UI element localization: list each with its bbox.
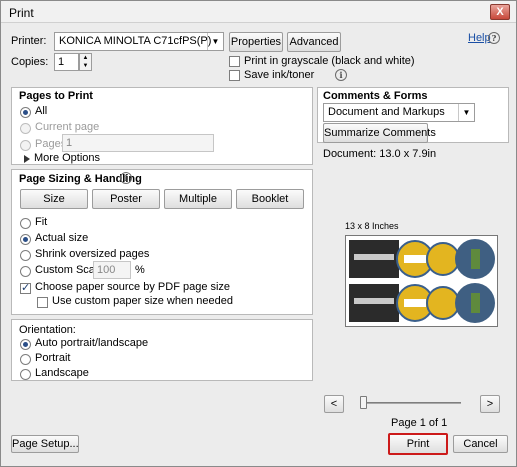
grayscale-label: Print in grayscale (black and white) <box>244 55 415 67</box>
preview-artwork <box>346 236 497 326</box>
page-setup-button[interactable]: Page Setup... <box>11 435 79 453</box>
radio-custom-scale[interactable] <box>20 266 31 277</box>
copies-label: Copies: <box>11 56 49 68</box>
radio-auto-orientation[interactable] <box>20 339 31 350</box>
radio-current-page[interactable] <box>20 123 31 134</box>
title-bar: Print X <box>1 1 516 23</box>
properties-button[interactable]: Properties <box>229 32 283 52</box>
poster-button[interactable]: Poster <box>92 189 160 209</box>
radio-all[interactable] <box>20 107 31 118</box>
copies-stepper[interactable]: ▲ ▼ <box>79 53 92 71</box>
pages-range-input[interactable]: 1 <box>62 134 214 152</box>
radio-current-page-label: Current page <box>35 121 100 133</box>
choose-paper-source-label: Choose paper source by PDF page size <box>35 281 231 293</box>
percent-label: % <box>135 264 145 276</box>
grayscale-checkbox[interactable] <box>229 56 240 67</box>
page-size-label: 13 x 8 Inches <box>345 221 399 231</box>
expand-triangle-icon[interactable] <box>24 155 30 163</box>
info-icon[interactable]: i <box>335 69 347 81</box>
comments-forms-select[interactable]: Document and Markups ▼ <box>323 103 475 122</box>
radio-landscape-label: Landscape <box>35 367 89 379</box>
custom-paper-size-label: Use custom paper size when needed <box>52 295 233 307</box>
more-options-toggle[interactable]: More Options <box>34 152 100 164</box>
radio-fit[interactable] <box>20 218 31 229</box>
radio-actual-size[interactable] <box>20 234 31 245</box>
cancel-button[interactable]: Cancel <box>453 435 508 453</box>
chevron-down-icon: ▼ <box>207 33 223 50</box>
pages-to-print-panel: Pages to Print All Current page Pages 1 … <box>11 87 313 165</box>
window-title: Print <box>9 6 34 20</box>
printer-label: Printer: <box>11 35 47 47</box>
orientation-title: Orientation: <box>19 324 76 336</box>
comments-forms-title: Comments & Forms <box>323 90 428 102</box>
help-icon[interactable]: ? <box>488 32 500 44</box>
custom-scale-input[interactable]: 100 <box>93 261 131 279</box>
page-slider-thumb[interactable] <box>360 396 367 409</box>
booklet-button[interactable]: Booklet <box>236 189 304 209</box>
radio-portrait[interactable] <box>20 354 31 365</box>
previous-page-button[interactable]: < <box>324 395 344 413</box>
choose-paper-source-checkbox[interactable] <box>20 281 31 294</box>
orientation-panel: Orientation: Auto portrait/landscape Por… <box>11 319 313 381</box>
copies-input[interactable]: 1 <box>54 53 79 71</box>
size-button[interactable]: Size <box>20 189 88 209</box>
radio-landscape[interactable] <box>20 369 31 380</box>
print-dialog: Print X Printer: KONICA MINOLTA C71cfPS(… <box>0 0 517 467</box>
next-page-button[interactable]: > <box>480 395 500 413</box>
preview-pane: 13 x 8 Inches <box>317 163 509 385</box>
advanced-button[interactable]: Advanced <box>287 32 341 52</box>
page-preview-thumbnail <box>345 235 498 327</box>
radio-all-label: All <box>35 105 48 117</box>
printer-selected-value: KONICA MINOLTA C71cfPS(P) <box>59 35 212 47</box>
summarize-comments-button[interactable]: Summarize Comments <box>323 123 436 143</box>
print-button[interactable]: Print <box>388 433 448 455</box>
radio-pages[interactable] <box>20 140 31 151</box>
save-ink-checkbox[interactable] <box>229 70 240 81</box>
save-ink-label: Save ink/toner <box>244 69 315 81</box>
radio-fit-label: Fit <box>35 216 48 228</box>
radio-portrait-label: Portrait <box>35 352 71 364</box>
radio-actual-size-label: Actual size <box>35 232 89 244</box>
radio-shrink-oversized-label: Shrink oversized pages <box>35 248 150 260</box>
document-size-label: Document: 13.0 x 7.9in <box>323 148 437 160</box>
printer-select[interactable]: KONICA MINOLTA C71cfPS(P) ▼ <box>54 32 224 51</box>
multiple-button[interactable]: Multiple <box>164 189 232 209</box>
page-indicator: Page 1 of 1 <box>391 417 448 429</box>
radio-shrink-oversized[interactable] <box>20 250 31 261</box>
custom-paper-size-checkbox[interactable] <box>37 297 48 308</box>
comments-forms-selected: Document and Markups <box>328 106 445 118</box>
page-slider-track[interactable] <box>361 402 461 404</box>
close-button[interactable]: X <box>490 4 510 20</box>
chevron-down-icon: ▼ <box>458 104 474 121</box>
pages-to-print-title: Pages to Print <box>19 90 93 102</box>
info-icon[interactable]: i <box>120 172 132 184</box>
comments-forms-panel: Comments & Forms Document and Markups ▼ … <box>317 87 509 143</box>
radio-auto-orientation-label: Auto portrait/landscape <box>35 337 149 349</box>
page-sizing-panel: Page Sizing & Handling i Size Poster Mul… <box>11 169 313 315</box>
